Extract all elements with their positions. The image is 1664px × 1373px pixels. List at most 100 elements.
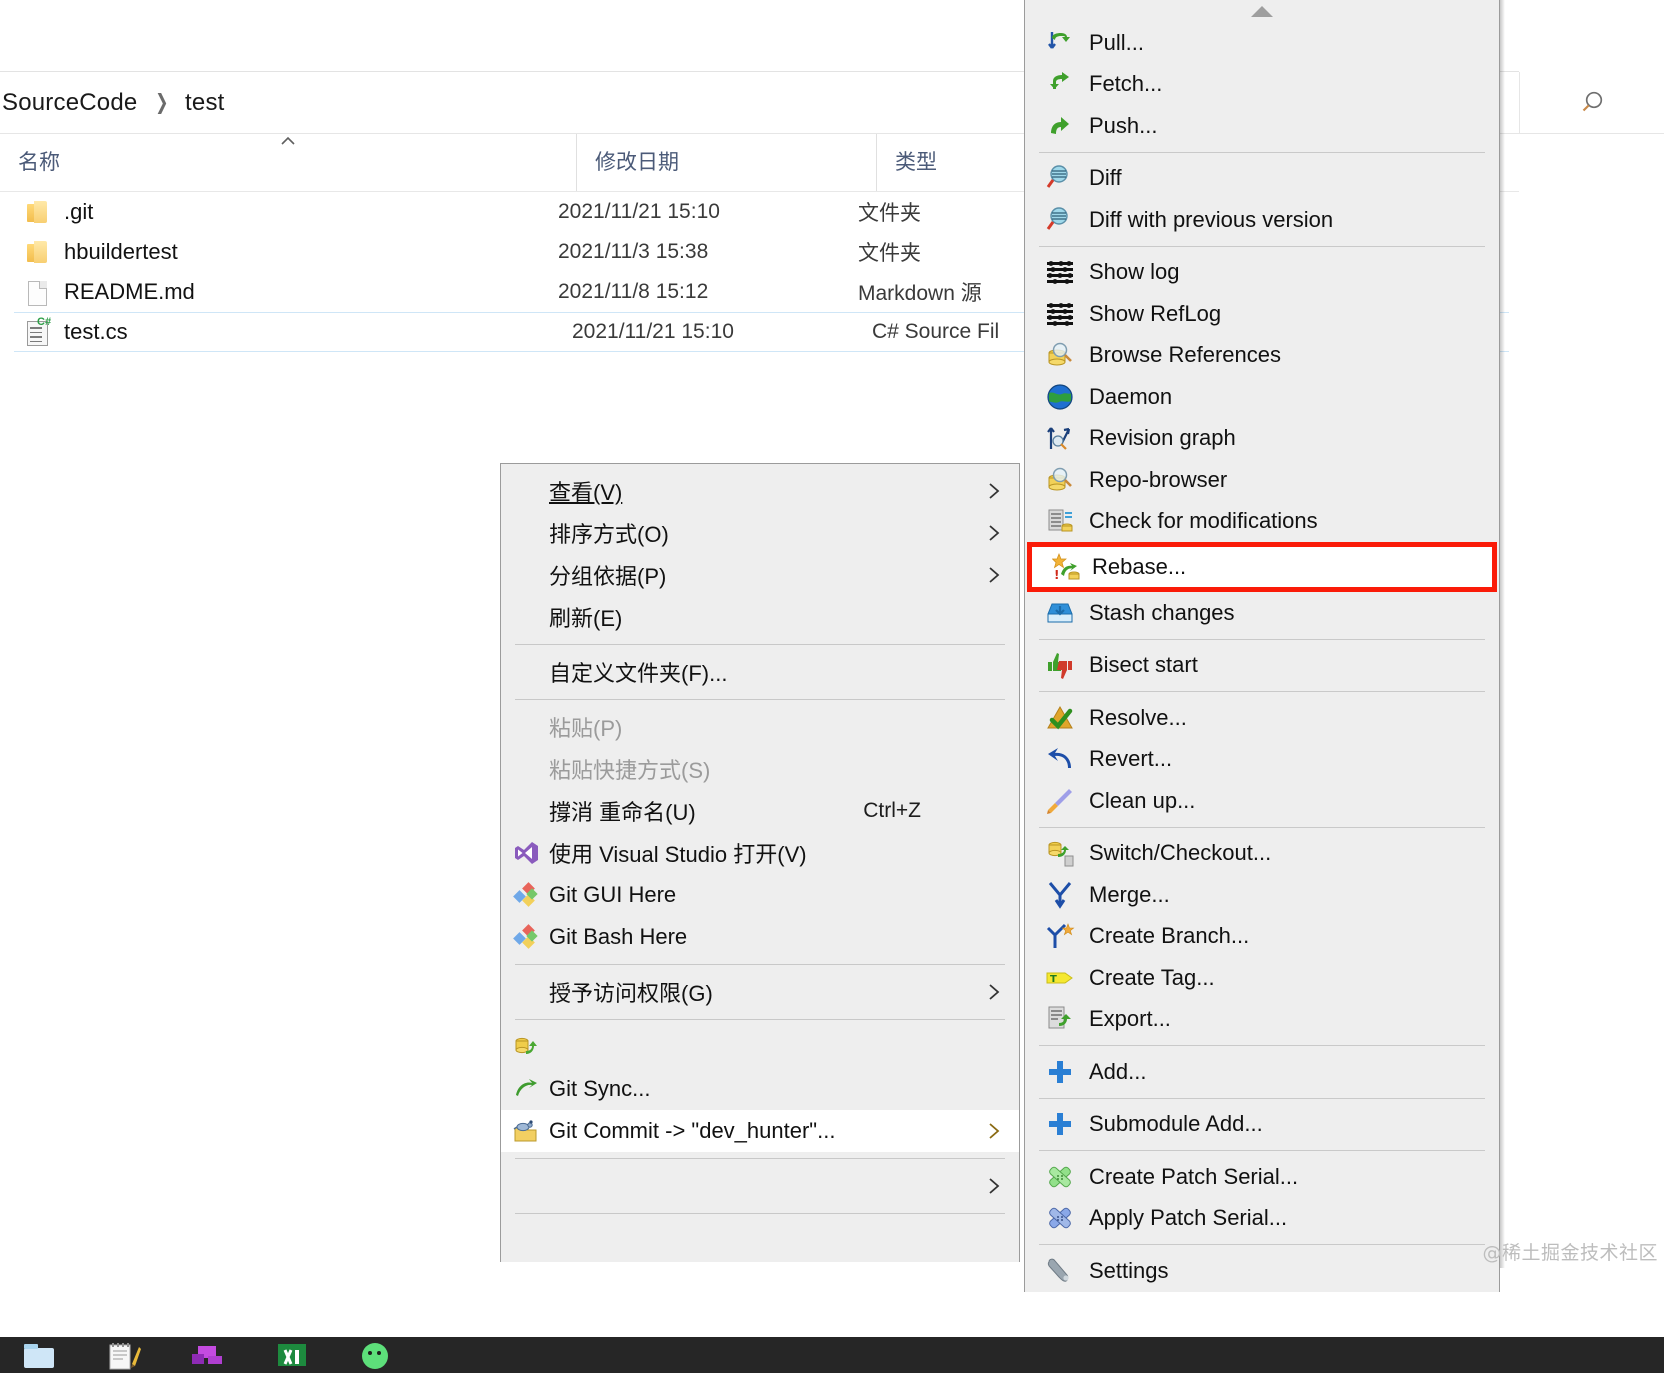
menu-separator xyxy=(515,964,1005,965)
submenu-item-switch-checkout[interactable]: Switch/Checkout... xyxy=(1025,833,1499,875)
submenu-item-label: Repo-browser xyxy=(1089,466,1228,492)
wechat-icon[interactable] xyxy=(358,1340,394,1370)
menu-item-git-gui-here[interactable]: Git GUI Here xyxy=(501,874,1019,916)
submenu-item-apply-patch-serial[interactable]: Apply Patch Serial... xyxy=(1025,1198,1499,1240)
menu-item-customize-folder[interactable]: 自定义文件夹(F)... xyxy=(501,651,1019,693)
column-header-date[interactable]: 修改日期 xyxy=(576,134,868,191)
file-date: 2021/11/8 15:12 xyxy=(558,280,709,303)
submenu-item-label: Browse References xyxy=(1089,342,1281,368)
submenu-item-clean-up[interactable]: Clean up... xyxy=(1025,780,1499,822)
submenu-item-repo-browser[interactable]: Repo-browser xyxy=(1025,459,1499,501)
submenu-item-rebase[interactable]: ! Rebase... xyxy=(1027,542,1497,592)
notepad-icon[interactable] xyxy=(106,1340,142,1370)
menu-item-paste-shortcut: 粘贴快捷方式(S) xyxy=(501,748,1019,790)
menu-item-git-commit[interactable]: Git Sync... xyxy=(501,1068,1019,1110)
submenu-item-label: Daemon xyxy=(1089,383,1173,409)
search-box[interactable] xyxy=(1519,72,1664,134)
submenu-item-stash-changes[interactable]: Stash changes xyxy=(1025,592,1499,634)
taskbar[interactable] xyxy=(0,1337,1664,1373)
chevron-right-icon xyxy=(983,981,1005,1003)
git-commit-icon xyxy=(513,1076,539,1102)
menu-item-git-bash-here[interactable]: Git Bash Here xyxy=(501,916,1019,958)
chevron-right-icon xyxy=(983,1120,1005,1142)
scroll-up-arrow-icon[interactable] xyxy=(1025,0,1499,22)
submenu-item-diff[interactable]: Diff xyxy=(1025,158,1499,200)
submenu-item-check-for-modifications[interactable]: Check for modifications xyxy=(1025,501,1499,543)
create-patch-icon xyxy=(1045,1162,1075,1192)
submenu-item-create-patch-serial[interactable]: Create Patch Serial... xyxy=(1025,1156,1499,1198)
file-name-cell[interactable]: hbuildertest xyxy=(0,237,558,267)
submenu-item-revision-graph[interactable]: Revision graph xyxy=(1025,418,1499,460)
stash-icon xyxy=(1045,598,1075,628)
submenu-item-show-log[interactable]: Show log xyxy=(1025,252,1499,294)
submenu-item-push[interactable]: Push... xyxy=(1025,105,1499,147)
breadcrumb-segment-sourcecode[interactable]: SourceCode xyxy=(2,89,137,117)
file-name: .git xyxy=(64,199,94,224)
breadcrumb[interactable]: SourceCode ❯ test xyxy=(0,89,225,117)
file-name-cell[interactable]: README.md xyxy=(0,277,558,307)
chevron-right-icon: ❯ xyxy=(155,91,169,114)
submenu-item-export[interactable]: Export... xyxy=(1025,999,1499,1041)
file-name-cell[interactable]: .git xyxy=(0,197,558,227)
submenu-item-pull[interactable]: Pull... xyxy=(1025,22,1499,64)
submenu-item-add[interactable]: Add... xyxy=(1025,1051,1499,1093)
submenu-item-settings[interactable]: Settings xyxy=(1025,1250,1499,1292)
submenu-item-merge[interactable]: Merge... xyxy=(1025,874,1499,916)
menu-item-label: 排序方式(O) xyxy=(549,522,669,547)
menu-item-properties[interactable] xyxy=(501,1220,1019,1262)
bisect-icon xyxy=(1045,650,1075,680)
menu-item-label: 使用 Visual Studio 打开(V) xyxy=(549,842,807,867)
submenu-item-browse-references[interactable]: Browse References xyxy=(1025,335,1499,377)
submenu-item-fetch[interactable]: Fetch... xyxy=(1025,64,1499,106)
file-name-cell[interactable]: C# test.cs xyxy=(14,317,572,347)
explorer-icon[interactable] xyxy=(22,1340,58,1370)
tortoisegit-submenu[interactable]: Pull... Fetch... Push... Diff Diff with … xyxy=(1024,0,1500,1292)
submenu-separator xyxy=(1039,1150,1485,1151)
submenu-item-resolve[interactable]: Resolve... xyxy=(1025,697,1499,739)
menu-item-open-with-visual-studio[interactable]: 使用 Visual Studio 打开(V) xyxy=(501,832,1019,874)
menu-separator xyxy=(515,699,1005,700)
excel-icon[interactable] xyxy=(274,1340,310,1370)
breadcrumb-segment-test[interactable]: test xyxy=(185,89,224,117)
menu-item-sort-by[interactable]: 排序方式(O) xyxy=(501,512,1019,554)
menu-item-group-by[interactable]: 分组依据(P) xyxy=(501,554,1019,596)
menu-item-grant-access[interactable]: 授予访问权限(G) xyxy=(501,971,1019,1013)
submenu-separator xyxy=(1039,826,1485,828)
submenu-item-create-branch[interactable]: Create Branch... xyxy=(1025,916,1499,958)
git-icon xyxy=(513,882,539,908)
chevron-right-icon xyxy=(983,480,1005,502)
submenu-shadow xyxy=(1500,0,1505,1268)
menu-item-view[interactable]: 查看(V) xyxy=(501,470,1019,512)
export-icon xyxy=(1045,1004,1075,1034)
submenu-item-label: Check for modifications xyxy=(1089,508,1318,534)
submenu-item-revert[interactable]: Revert... xyxy=(1025,739,1499,781)
create-branch-icon xyxy=(1045,921,1075,951)
menu-item-tortoisegit[interactable]: Git Commit -> "dev_hunter"... xyxy=(501,1110,1019,1152)
submenu-item-label: Settings xyxy=(1089,1257,1169,1283)
file-name: README.md xyxy=(64,279,195,304)
git-sync-icon xyxy=(513,1034,539,1060)
menu-item-undo-rename[interactable]: 撐消 重命名(U) Ctrl+Z xyxy=(501,790,1019,832)
submenu-item-label: Revision graph xyxy=(1089,425,1236,451)
submenu-separator xyxy=(1039,638,1485,640)
menu-item-git-sync[interactable] xyxy=(501,1026,1019,1068)
submenu-item-daemon[interactable]: Daemon xyxy=(1025,376,1499,418)
submenu-item-bisect-start[interactable]: Bisect start xyxy=(1025,645,1499,687)
file-name: test.cs xyxy=(64,319,128,344)
folder-context-menu[interactable]: 查看(V) 排序方式(O) 分组依据(P) 刷新(E) 自定义文件夹(F)... xyxy=(500,463,1020,1262)
submenu-item-label: Apply Patch Serial... xyxy=(1089,1205,1288,1231)
chevron-right-icon xyxy=(983,564,1005,586)
add-icon xyxy=(1045,1057,1075,1087)
menu-item-label: 查看(V) xyxy=(549,480,623,505)
app-purple-icon[interactable] xyxy=(190,1340,226,1370)
taskbar-icon-group[interactable] xyxy=(0,1337,420,1373)
submenu-item-submodule-add[interactable]: Submodule Add... xyxy=(1025,1104,1499,1146)
submenu-item-label: Export... xyxy=(1089,1006,1171,1032)
menu-item-new[interactable] xyxy=(501,1165,1019,1207)
search-icon[interactable] xyxy=(1577,88,1607,118)
submenu-item-diff-with-previous-version[interactable]: Diff with previous version xyxy=(1025,199,1499,241)
submenu-item-show-reflog[interactable]: Show RefLog xyxy=(1025,293,1499,335)
menu-item-refresh[interactable]: 刷新(E) xyxy=(501,596,1019,638)
show-log-icon xyxy=(1045,299,1075,329)
submenu-item-create-tag[interactable]: T Create Tag... xyxy=(1025,957,1499,999)
